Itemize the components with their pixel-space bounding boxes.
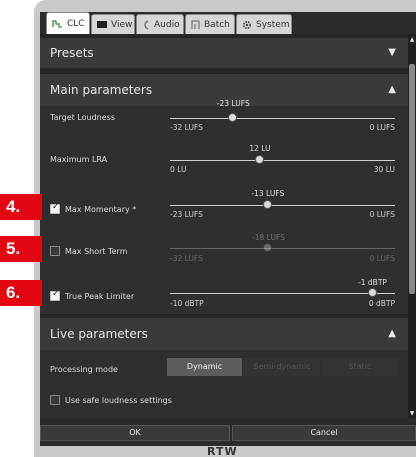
tab-label: System [256, 19, 290, 30]
live-parameters-header[interactable]: Live parameters ▲ [40, 318, 408, 350]
step-marker-4: 4. [0, 194, 42, 220]
chevron-up-icon: ▲ [388, 328, 396, 339]
cancel-button[interactable]: Cancel [232, 425, 416, 441]
scroll-down-icon[interactable]: ▼ [408, 410, 416, 417]
true-peak-limiter-max: 0 dBTP [368, 299, 395, 308]
tab-label: Audio [154, 19, 180, 30]
max-momentary-slider[interactable] [170, 205, 395, 206]
max-momentary-knob[interactable] [262, 200, 272, 209]
safe-loudness-label: Use safe loudness settings [65, 396, 172, 405]
tab-batch[interactable]: Batch [185, 14, 235, 34]
max-momentary-checkbox[interactable] [50, 202, 60, 214]
safe-loudness-checkbox[interactable] [50, 395, 60, 405]
presets-header[interactable]: Presets ▼ [40, 38, 408, 68]
scroll-thumb[interactable] [409, 64, 415, 294]
scrollbar[interactable]: ▲ ▼ [408, 34, 416, 418]
tab-audio[interactable]: Audio [136, 14, 184, 34]
batch-icon [191, 19, 200, 30]
live-parameters-panel: Processing mode Dynamic Semi-dynamic Sta… [40, 350, 408, 418]
max-lra-label: Maximum LRA [50, 155, 108, 164]
dialog-buttons: OK Cancel [40, 425, 416, 441]
max-momentary-min: -23 LUFS [170, 210, 203, 219]
max-momentary-value: -13 LUFS [251, 189, 285, 198]
scroll-up-icon[interactable]: ▲ [408, 36, 416, 43]
max-short-term-slider [170, 248, 395, 249]
mode-static-button[interactable]: Static [322, 358, 398, 376]
presets-title: Presets [50, 46, 94, 60]
max-lra-knob[interactable] [255, 155, 264, 164]
tab-system[interactable]: System [236, 14, 292, 34]
step-marker-6: 6. [0, 280, 42, 306]
audio-icon [142, 19, 150, 30]
max-short-term-knob [263, 243, 273, 252]
max-momentary-max: 0 LUFS [369, 210, 395, 219]
max-lra-slider[interactable] [170, 160, 395, 161]
tab-clc[interactable]: CLC [46, 12, 90, 34]
tab-label: Batch [204, 19, 230, 30]
max-short-term-max: 0 LUFS [369, 254, 395, 263]
target-loudness-label: Target Loudness [50, 113, 115, 122]
tab-label: CLC [67, 18, 85, 29]
max-short-term-label: Max Short Term [65, 247, 128, 256]
main-parameters-panel: Target Loudness -23 LUFS -32 LUFS 0 LUFS… [40, 99, 408, 314]
max-lra-value: 12 LU [249, 144, 271, 153]
step-marker-5: 5. [0, 236, 42, 262]
tab-bar: CLC View Audio Batch System [40, 12, 416, 34]
processing-mode-segmented: Dynamic Semi-dynamic Static [167, 358, 398, 376]
mode-dynamic-button[interactable]: Dynamic [167, 358, 242, 376]
settings-content: Presets ▼ Main parameters ▲ Target Loudn… [40, 34, 408, 418]
max-lra-max: 30 LU [373, 165, 395, 174]
gear-icon [242, 20, 252, 30]
main-parameters-title: Main parameters [50, 83, 153, 97]
max-lra-min: 0 LU [170, 165, 187, 174]
max-short-term-value: -18 LUFS [252, 233, 285, 242]
target-loudness-min: -32 LUFS [170, 123, 203, 132]
max-short-term-min: -32 LUFS [170, 254, 203, 263]
chevron-up-icon: ▲ [388, 84, 396, 95]
brand-logo: RTW [207, 445, 238, 457]
tab-view[interactable]: View [91, 14, 135, 34]
target-loudness-slider[interactable] [170, 118, 395, 119]
target-loudness-value: -23 LUFS [216, 99, 250, 108]
chevron-down-icon: ▼ [388, 47, 396, 58]
tab-label: View [111, 19, 133, 30]
true-peak-limiter-slider[interactable] [170, 293, 395, 294]
ok-button[interactable]: OK [40, 425, 230, 441]
true-peak-limiter-min: -10 dBTP [170, 299, 204, 308]
monitor-icon [97, 20, 107, 29]
clc-icon [52, 19, 63, 29]
target-loudness-knob[interactable] [228, 113, 238, 122]
true-peak-limiter-value: -1 dBTP [358, 278, 387, 287]
processing-mode-label: Processing mode [50, 365, 118, 374]
max-short-term-checkbox[interactable] [50, 246, 60, 256]
true-peak-limiter-knob[interactable] [367, 288, 377, 297]
live-parameters-title: Live parameters [50, 327, 148, 341]
mode-semi-dynamic-button[interactable]: Semi-dynamic [244, 358, 320, 376]
max-momentary-label: Max Momentary * [65, 205, 137, 214]
true-peak-limiter-checkbox[interactable] [50, 289, 60, 301]
true-peak-limiter-label: True Peak Limiter [65, 292, 135, 301]
target-loudness-max: 0 LUFS [369, 123, 395, 132]
